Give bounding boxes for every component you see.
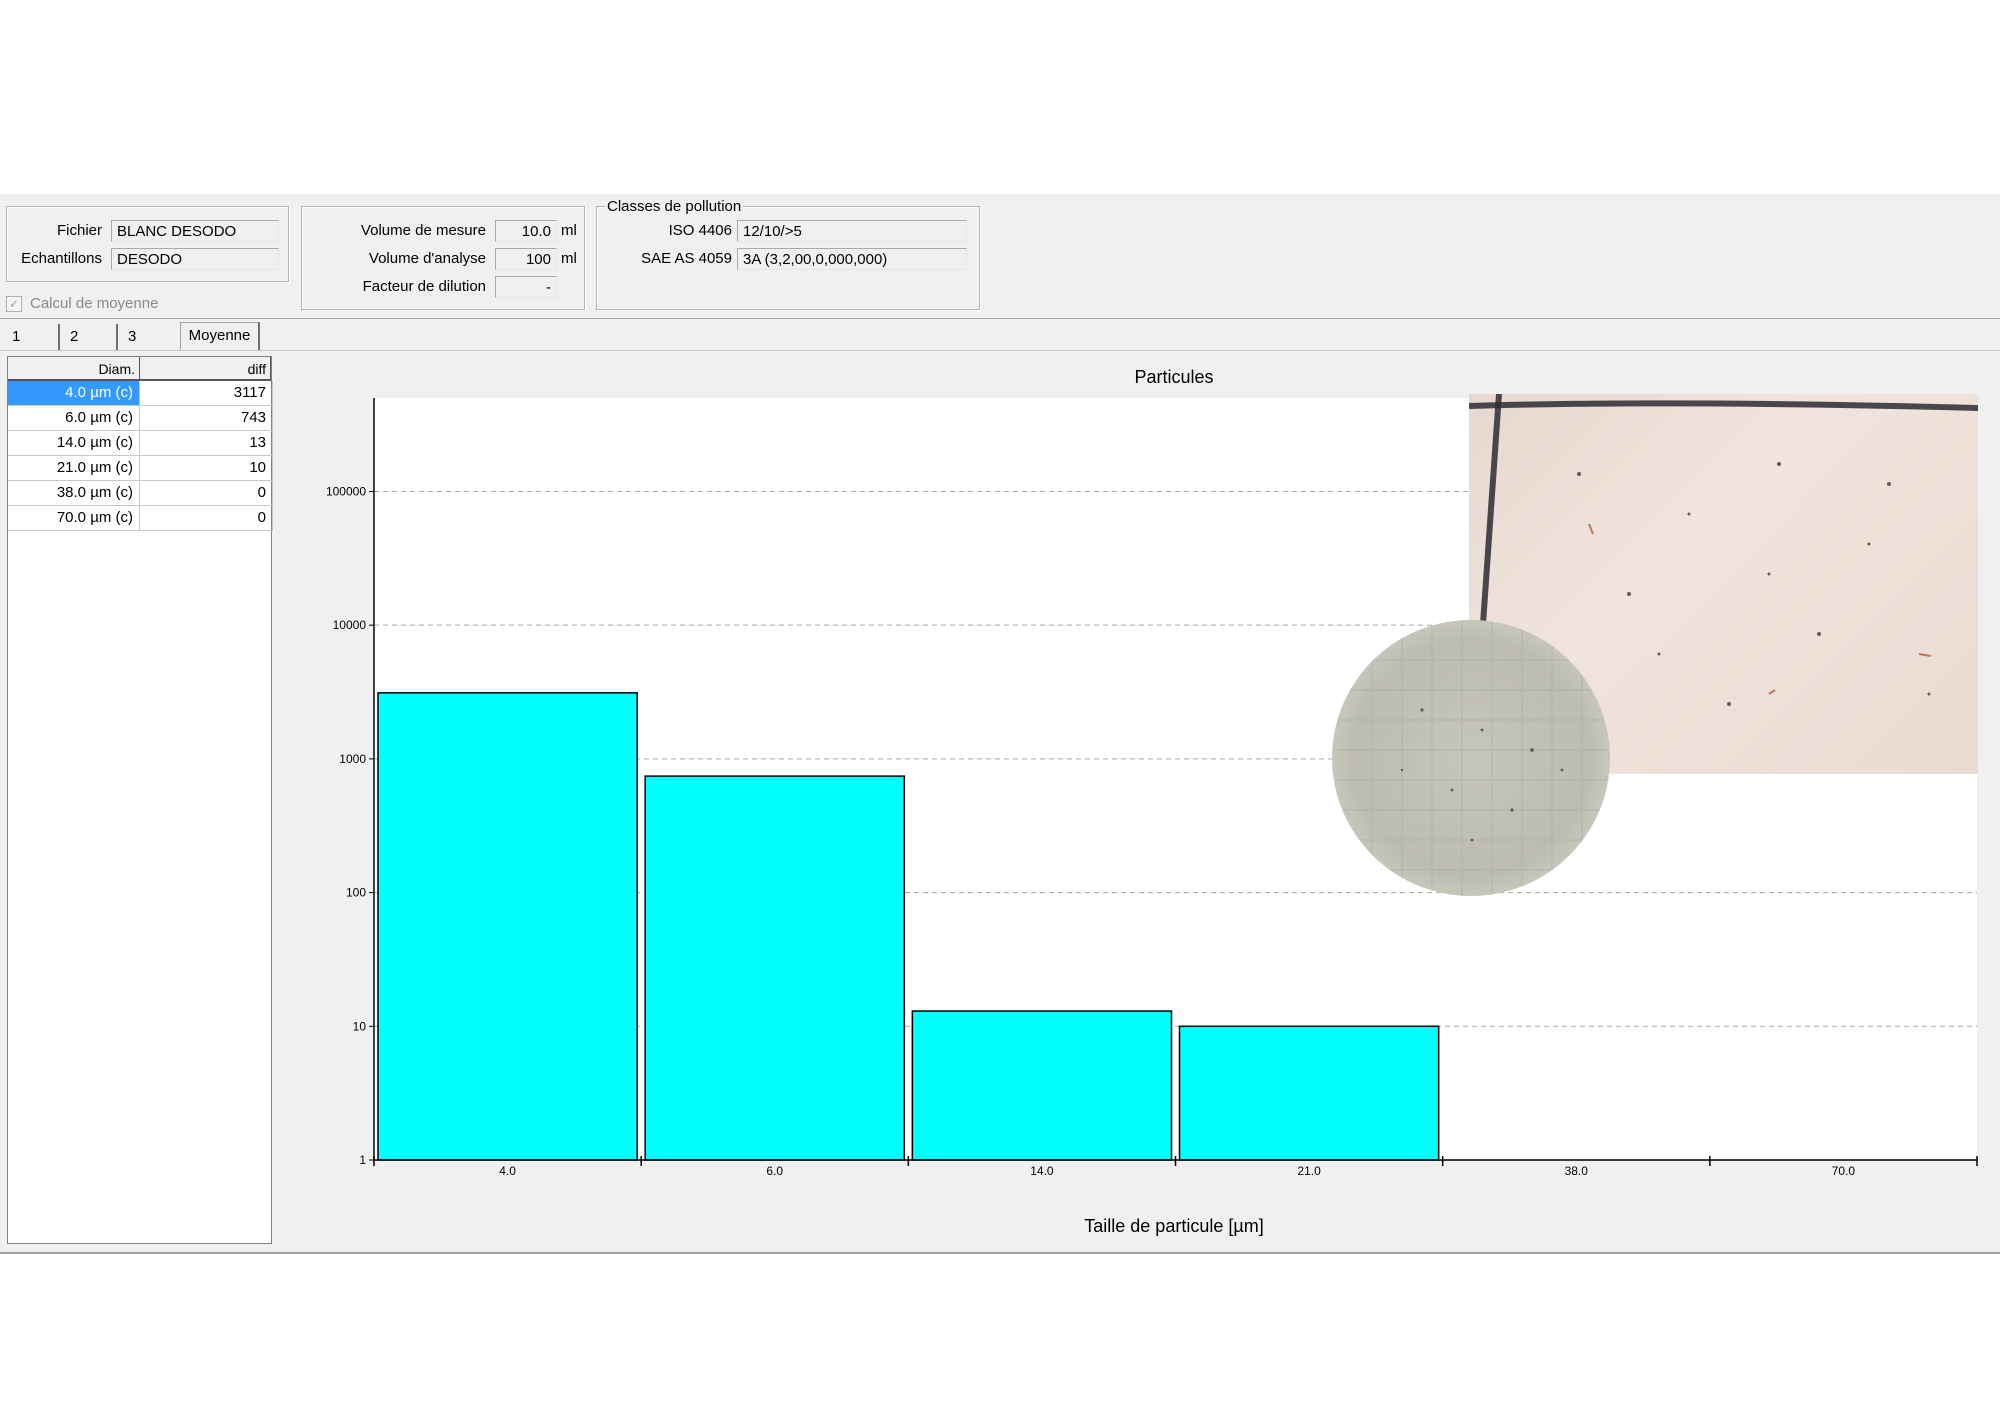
y-tick-label: 1 [359,1153,366,1167]
filter-membrane-photo [1332,620,1610,896]
chart-title: Particules [1134,367,1213,387]
bar-6.0 [644,775,906,1161]
y-tick-label: 100000 [326,484,366,498]
bar-4.0 [377,692,638,1161]
x-tick-label: 6.0 [766,1164,783,1178]
y-tick-label: 100 [346,886,366,900]
y-tick-label: 10000 [333,618,367,632]
x-tick-label: 38.0 [1565,1164,1589,1178]
x-axis-label: Taille de particule [µm] [1084,1216,1263,1236]
bar-14.0 [911,1010,1173,1161]
y-tick-label: 10 [353,1019,367,1033]
x-tick-label: 4.0 [499,1164,516,1178]
y-tick-label: 1000 [339,752,366,766]
x-tick-label: 70.0 [1832,1164,1856,1178]
status-separator [0,1252,2000,1254]
x-tick-label: 21.0 [1297,1164,1321,1178]
x-tick-label: 14.0 [1030,1164,1054,1178]
bar-21.0 [1178,1025,1440,1161]
